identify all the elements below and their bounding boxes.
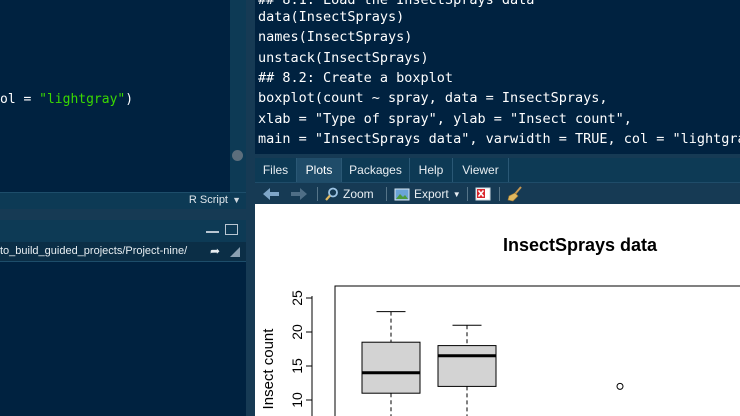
remove-plot-button[interactable] <box>475 183 491 205</box>
y-tick-label: 15 <box>289 358 305 374</box>
remove-plot-icon <box>475 187 491 201</box>
pane-divider[interactable] <box>0 209 246 220</box>
console-line: xlab = "Type of spray", ylab = "Insect c… <box>258 111 632 127</box>
minimize-pane-button[interactable] <box>206 224 219 233</box>
files-pane-body <box>0 262 246 416</box>
tab-plots[interactable]: Plots <box>297 158 342 182</box>
plots-toolbar: Zoom Export ▼ <box>255 182 740 204</box>
export-button[interactable]: Export ▼ <box>394 183 461 205</box>
plot-viewer: InsectSprays data 10 15 20 25 Insect count <box>255 204 740 416</box>
chevron-down-icon: ▼ <box>452 189 461 199</box>
y-axis-label: Insect count <box>260 328 277 410</box>
zoom-button[interactable]: Zoom <box>325 183 374 205</box>
y-tick-label: 10 <box>289 392 305 408</box>
console-line: unstack(InsectSprays) <box>258 50 429 66</box>
tab-packages[interactable]: Packages <box>342 158 410 182</box>
toolbar-divider <box>499 187 500 201</box>
chevron-down-icon[interactable]: ▼ <box>232 195 241 205</box>
source-editor[interactable]: ol = "lightgray") <box>0 0 230 192</box>
viewer-tab-bar: Files Plots Packages Help Viewer <box>255 158 740 182</box>
broom-icon <box>507 186 522 202</box>
vertical-splitter[interactable] <box>246 0 255 416</box>
outlier-point <box>616 382 624 390</box>
toolbar-divider <box>386 187 387 201</box>
box <box>437 345 497 387</box>
forward-arrow-icon[interactable] <box>291 183 307 205</box>
back-arrow-icon[interactable] <box>263 183 279 205</box>
console-line: main = "InsectSprays data", varwidth = T… <box>258 131 740 147</box>
box <box>361 341 421 394</box>
maximize-pane-button[interactable] <box>225 224 238 235</box>
console-line: ## 8.1: Load the InsectSprays data <box>258 0 535 8</box>
share-arrow-icon[interactable]: ➦ <box>210 244 220 258</box>
file-type-selector[interactable]: R Script <box>189 194 228 206</box>
export-label: Export <box>414 187 449 201</box>
boxplot-chart: InsectSprays data 10 15 20 25 Insect count <box>260 235 740 416</box>
editor-status-bar: R Script ▼ <box>0 192 246 209</box>
files-pane-header <box>0 220 246 242</box>
zoom-label: Zoom <box>343 187 374 201</box>
console-line: boxplot(count ~ spray, data = InsectSpra… <box>258 90 608 106</box>
console-line: ## 8.2: Create a boxplot <box>258 70 454 86</box>
y-tick-label: 20 <box>289 324 305 340</box>
resize-grip-icon[interactable] <box>230 247 240 257</box>
clear-all-plots-button[interactable] <box>507 183 523 205</box>
chart-title: InsectSprays data <box>503 235 658 255</box>
export-image-icon <box>394 188 410 201</box>
code-line: ol = "lightgray") <box>0 92 134 107</box>
path-text[interactable]: to_build_guided_projects/Project-nine/ <box>0 245 187 257</box>
magnifier-icon <box>325 187 338 201</box>
console-line: names(InsectSprays) <box>258 29 413 45</box>
editor-splitter <box>230 0 246 192</box>
tab-help[interactable]: Help <box>410 158 453 182</box>
tab-files[interactable]: Files <box>255 158 297 182</box>
toolbar-divider <box>317 187 318 201</box>
splitter-handle[interactable] <box>232 150 243 161</box>
breadcrumb: to_build_guided_projects/Project-nine/ ➦ <box>0 242 246 262</box>
y-tick-label: 25 <box>289 290 305 306</box>
tab-viewer[interactable]: Viewer <box>453 158 509 182</box>
console-line: data(InsectSprays) <box>258 9 405 25</box>
console[interactable]: ## 8.1: Load the InsectSprays data data(… <box>255 0 740 154</box>
toolbar-divider <box>467 187 468 201</box>
